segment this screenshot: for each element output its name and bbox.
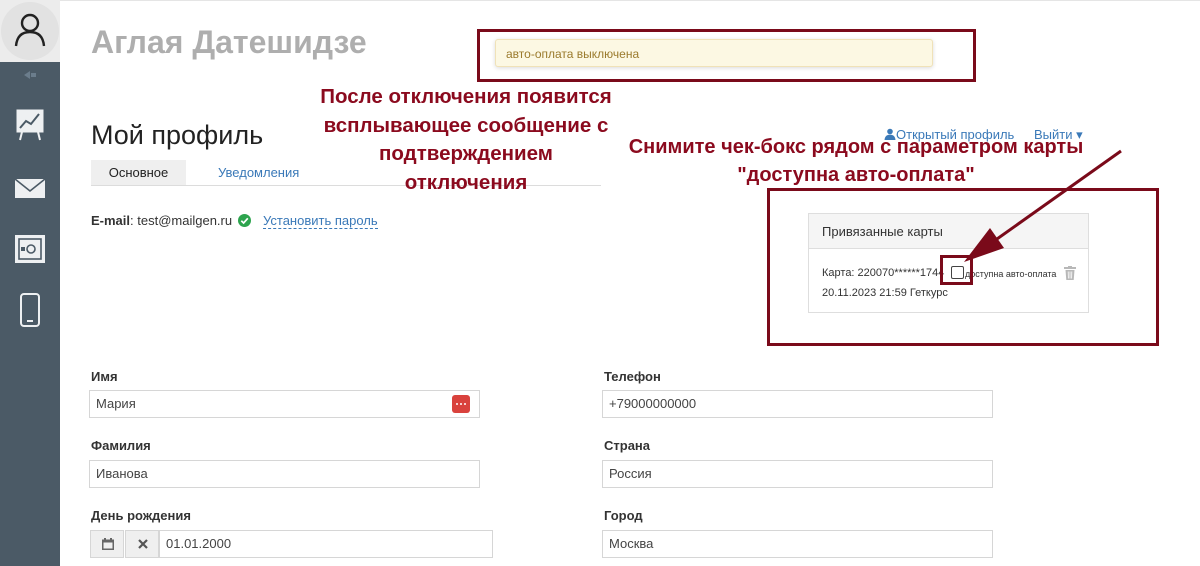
avatar-area: [0, 0, 60, 62]
phone-input[interactable]: +79000000000: [602, 390, 993, 418]
birthday-label: День рождения: [91, 508, 191, 523]
first-name-input[interactable]: Мария: [89, 390, 480, 418]
country-label: Страна: [604, 438, 651, 453]
set-password-link[interactable]: Установить пароль: [263, 213, 378, 229]
clear-icon: [138, 539, 148, 549]
logout-dropdown[interactable]: Выйти ▾: [1034, 127, 1083, 143]
calendar-icon: [102, 538, 114, 550]
open-profile-link[interactable]: Открытый профиль: [884, 127, 1014, 142]
user-avatar-icon[interactable]: [1, 2, 59, 60]
calendar-button[interactable]: [90, 530, 124, 558]
email-row: E-mail: test@mailgen.ru: [91, 213, 251, 228]
collapse-icon[interactable]: [22, 70, 38, 80]
user-name: Аглая Датешидзе: [91, 24, 367, 60]
city-label: Город: [604, 508, 643, 523]
email-label: E-mail: [91, 213, 131, 228]
user-icon: [884, 128, 896, 140]
birthday-input[interactable]: 01.01.2000: [159, 530, 493, 558]
page-title: Мой профиль: [91, 120, 264, 150]
tab-notifications[interactable]: Уведомления: [218, 160, 299, 186]
annotation-instruction: Снимите чек-бокс рядом с параметром карт…: [628, 136, 1084, 186]
last-name-label: Фамилия: [91, 438, 151, 453]
email-value: test@mailgen.ru: [137, 213, 233, 228]
mail-icon[interactable]: [12, 170, 48, 206]
chart-icon[interactable]: [12, 106, 48, 142]
top-divider: [60, 0, 1200, 1]
dots-icon[interactable]: [452, 395, 470, 413]
open-profile-label: Открытый профиль: [896, 127, 1015, 142]
notification-highlight-box: [477, 29, 976, 82]
tab-main[interactable]: Основное: [91, 160, 186, 186]
phone-label: Телефон: [604, 369, 661, 384]
annotation-notice: После отключения появится всплывающее со…: [320, 85, 612, 195]
check-icon: [237, 214, 251, 227]
last-name-input[interactable]: Иванова: [89, 460, 480, 488]
phone-icon[interactable]: [12, 292, 48, 328]
clear-date-button[interactable]: [125, 530, 159, 558]
city-input[interactable]: Москва: [602, 530, 993, 558]
safe-icon[interactable]: [12, 232, 48, 268]
first-name-label: Имя: [91, 369, 118, 384]
checkbox-highlight-box: [940, 255, 973, 285]
country-input[interactable]: Россия: [602, 460, 993, 488]
sidebar: [0, 0, 60, 566]
